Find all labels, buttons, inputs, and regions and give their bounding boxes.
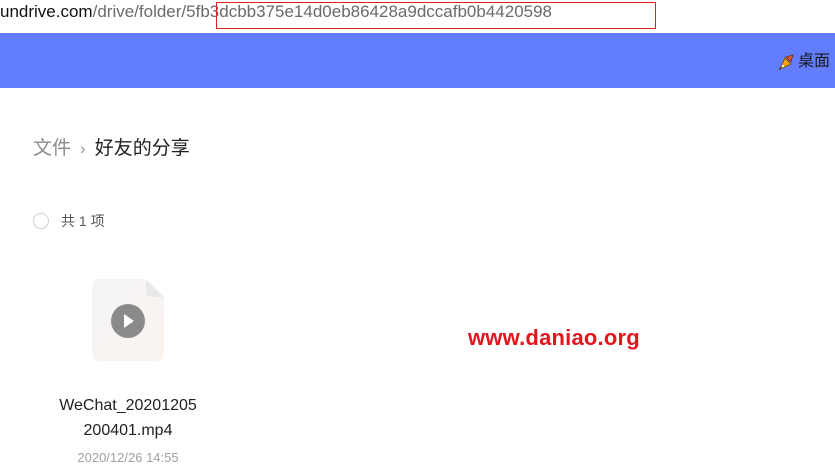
file-date: 2020/12/26 14:55	[77, 450, 179, 465]
page: undrive.com/drive/folder/5fb3dcbb375e14d…	[0, 0, 835, 469]
rocket-icon	[778, 54, 794, 71]
desktop-label: 桌面	[798, 53, 831, 70]
select-all-checkbox[interactable]	[33, 213, 49, 229]
address-bar[interactable]: undrive.com/drive/folder/5fb3dcbb375e14d…	[0, 0, 835, 33]
breadcrumb: 文件 › 好友的分享	[33, 136, 190, 162]
file-name[interactable]: WeChat_20201205 200401.mp4	[40, 393, 216, 443]
top-header: 桌面	[0, 33, 835, 88]
file-name-line-1: WeChat_20201205	[59, 397, 197, 414]
breadcrumb-separator: ›	[80, 139, 86, 158]
url-host: undrive.com	[0, 2, 93, 21]
breadcrumb-current: 好友的分享	[94, 138, 190, 159]
item-count: 共 1 项	[61, 213, 105, 229]
list-header: 共 1 项	[33, 211, 105, 231]
file-name-line-2: 200401.mp4	[83, 422, 173, 439]
breadcrumb-root[interactable]: 文件	[33, 136, 71, 162]
watermark: www.daniao.org	[468, 325, 640, 350]
folder-id-highlight-box	[216, 2, 656, 29]
desktop-app-link[interactable]: 桌面	[777, 51, 830, 73]
url-path: /drive/folder/	[92, 2, 187, 21]
video-file-icon[interactable]	[92, 279, 164, 361]
